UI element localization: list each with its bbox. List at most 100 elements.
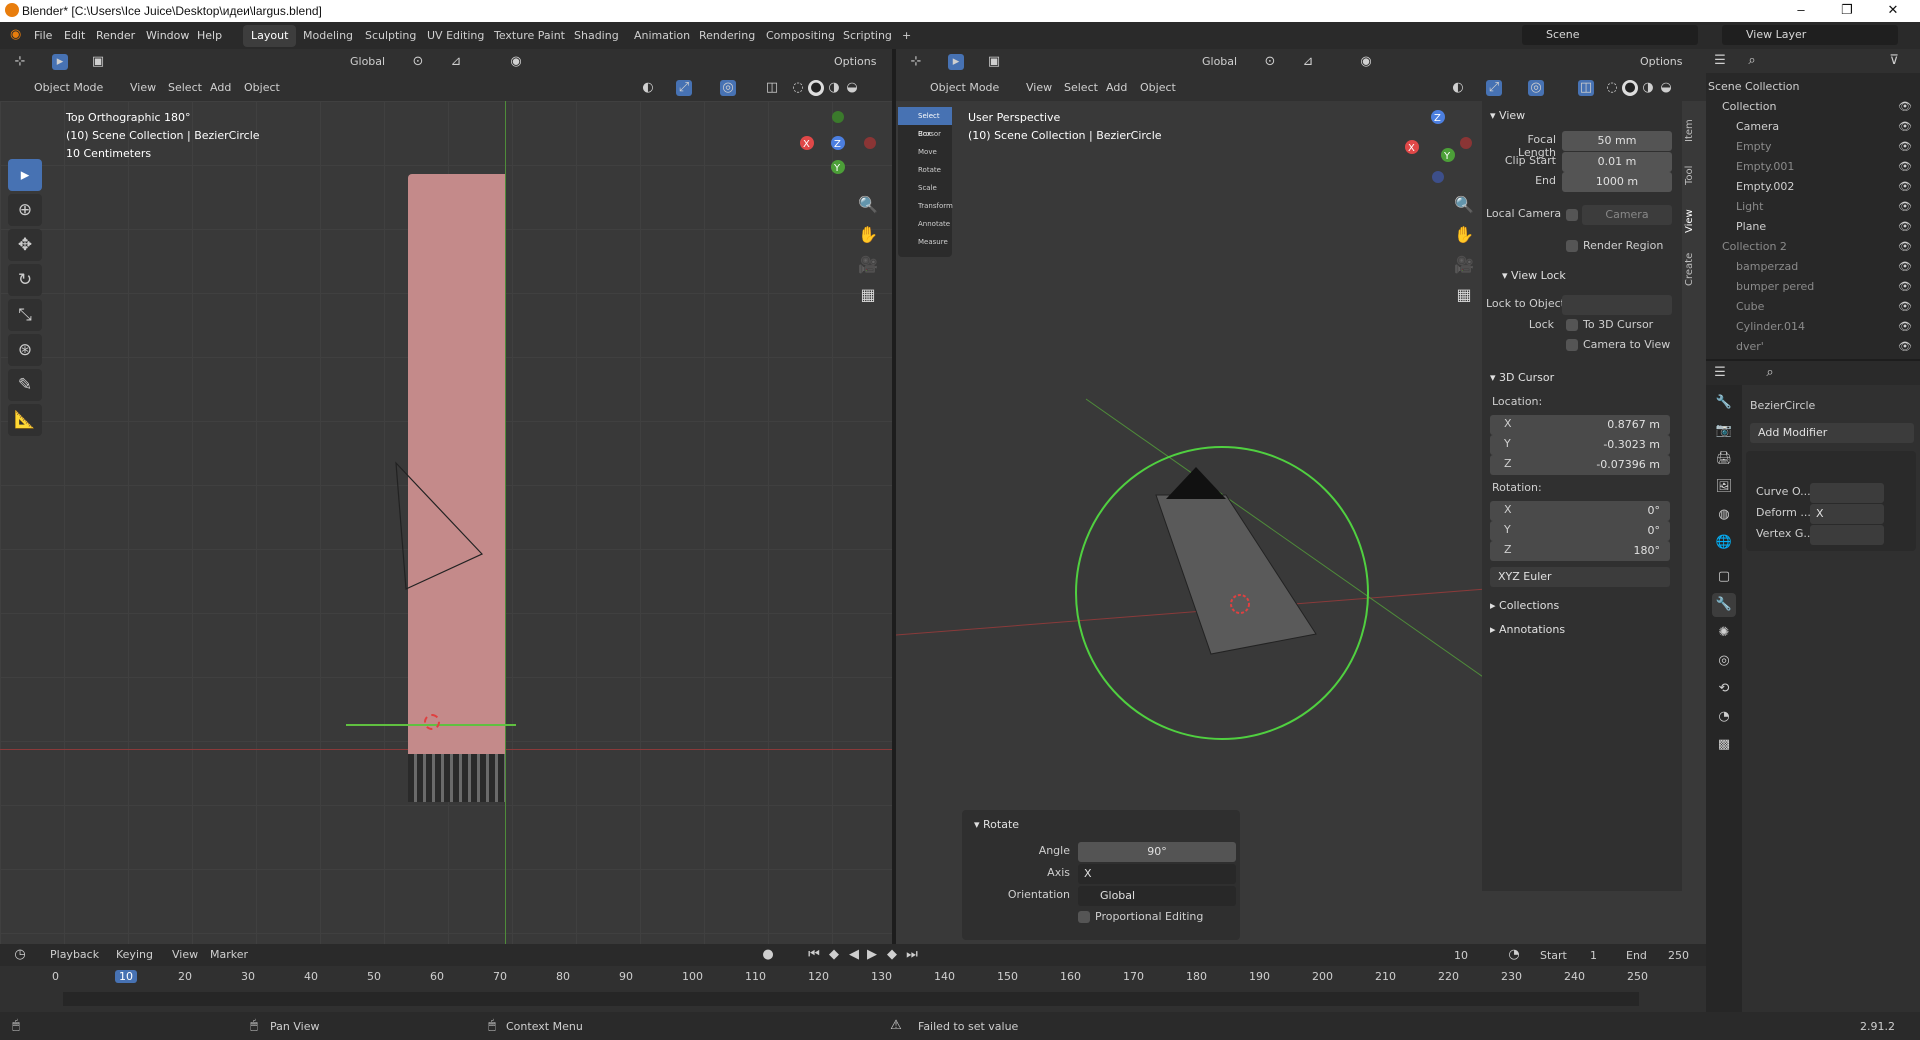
visibility-eye-icon[interactable]: 👁: [1898, 337, 1912, 357]
view-section-header[interactable]: ▾ View: [1490, 109, 1525, 122]
menu-marker[interactable]: Marker: [204, 946, 254, 964]
rotation-z-field[interactable]: 180°: [1490, 541, 1670, 561]
visibility-eye-icon[interactable]: 👁: [1898, 237, 1912, 257]
tab-modeling[interactable]: Modeling: [295, 25, 361, 47]
select-mode-icon[interactable]: ▸: [948, 54, 964, 70]
visibility-eye-icon[interactable]: 👁: [1898, 137, 1912, 157]
pivot-point-icon[interactable]: ⊙: [1262, 54, 1278, 70]
options-dropdown[interactable]: Options: [1634, 53, 1688, 71]
output-tab-icon[interactable]: 🖨: [1712, 447, 1736, 471]
annotations-section-header[interactable]: ▸ Annotations: [1490, 623, 1565, 636]
left-3d-viewport[interactable]: ⊹ ▸ ▣ Global ⊙ ⊿ ◉ Options Object Mode V…: [0, 49, 892, 944]
gizmo-toggle-icon[interactable]: ⤢: [1486, 80, 1502, 96]
search-icon[interactable]: ⌕: [1744, 53, 1760, 69]
tab-rendering[interactable]: Rendering: [691, 25, 763, 47]
clip-end-field[interactable]: 1000 m: [1562, 172, 1672, 192]
menu-view[interactable]: View: [1020, 79, 1058, 97]
options-dropdown[interactable]: Options: [828, 53, 882, 71]
outliner-row[interactable]: bumper pered 👁: [1706, 277, 1920, 297]
cursor-tool[interactable]: ⊕: [8, 194, 42, 226]
blender-menu-icon[interactable]: ◉: [10, 27, 21, 42]
menu-keying[interactable]: Keying: [110, 946, 159, 964]
menu-window[interactable]: Window: [146, 29, 189, 42]
add-workspace-button[interactable]: +: [894, 25, 919, 47]
tab-animation[interactable]: Animation: [626, 25, 698, 47]
view-layer-tab-icon[interactable]: 🖼: [1712, 475, 1736, 499]
prev-keyframe-icon[interactable]: ◆: [826, 947, 842, 963]
xray-icon[interactable]: ◫: [764, 80, 780, 96]
tab-create[interactable]: Create: [1684, 247, 1702, 291]
pan-hand-icon[interactable]: ✋: [856, 225, 880, 249]
deform-axis-dropdown[interactable]: X: [1810, 504, 1884, 524]
outliner-root[interactable]: Scene Collection: [1706, 77, 1920, 97]
outliner-row[interactable]: Cylinder.014 👁: [1706, 317, 1920, 337]
outliner-row[interactable]: Light 👁: [1706, 197, 1920, 217]
physics-tab-icon[interactable]: ◎: [1712, 649, 1736, 673]
select-box-tool[interactable]: Select Box: [898, 107, 952, 138]
axis-dropdown[interactable]: X: [1078, 864, 1236, 884]
view-layer-selector[interactable]: View Layer: [1722, 25, 1898, 45]
world-tab-icon[interactable]: 🌐: [1712, 531, 1736, 555]
outliner-row[interactable]: bamperzad 👁: [1706, 257, 1920, 277]
gizmo-toggle-icon[interactable]: ⤢: [676, 80, 692, 96]
visibility-eye-icon[interactable]: 👁: [1898, 157, 1912, 177]
rotation-y-field[interactable]: 0°: [1490, 521, 1670, 541]
ortho-toggle-icon[interactable]: ▦: [856, 285, 880, 309]
tab-shading[interactable]: Shading: [566, 25, 627, 47]
outliner-row[interactable]: Collection 2 👁: [1706, 237, 1920, 257]
proportional-edit-icon[interactable]: ◉: [1358, 54, 1374, 70]
menu-object[interactable]: Object: [1134, 79, 1182, 97]
camera-view-icon[interactable]: 🎥: [1452, 255, 1476, 279]
minimize-button[interactable]: –: [1778, 2, 1824, 20]
xray-icon[interactable]: ◫: [1578, 80, 1594, 96]
measure-tool[interactable]: Measure: [898, 233, 952, 251]
material-shading-icon[interactable]: ◑: [1640, 80, 1656, 96]
editor-type-icon[interactable]: ⊹: [12, 54, 28, 70]
record-icon[interactable]: ●: [760, 947, 776, 963]
menu-playback[interactable]: Playback: [44, 946, 105, 964]
timeline-ruler[interactable]: 0 10 20 30 40 50 60 70 80 90 100 110 120 130 140 150 160…: [0, 968, 1706, 988]
zoom-icon[interactable]: 🔍: [1452, 195, 1476, 219]
pivot-point-icon[interactable]: ⊙: [410, 54, 426, 70]
navigation-gizmo[interactable]: Z X Y: [1398, 105, 1478, 185]
visibility-eye-icon[interactable]: 👁: [1898, 277, 1912, 297]
outliner-row[interactable]: Empty 👁: [1706, 137, 1920, 157]
tab-view[interactable]: View: [1684, 199, 1702, 243]
constraints-tab-icon[interactable]: ⟲: [1712, 677, 1736, 701]
transform-orientation-dropdown[interactable]: Global: [1182, 53, 1243, 71]
tab-compositing[interactable]: Compositing: [758, 25, 843, 47]
object-tab-icon[interactable]: ▢: [1712, 565, 1736, 589]
overlay-toggle-icon[interactable]: ◎: [1528, 80, 1544, 96]
visibility-icon[interactable]: ◐: [1450, 80, 1466, 96]
menu-select[interactable]: Select: [162, 79, 208, 97]
visibility-icon[interactable]: ◐: [640, 80, 656, 96]
annotate-tool[interactable]: Annotate: [898, 215, 952, 233]
view-lock-section-header[interactable]: ▾ View Lock: [1502, 269, 1566, 282]
rotate-tool[interactable]: Rotate: [898, 161, 952, 179]
wireframe-shading-icon[interactable]: ◌: [790, 80, 806, 96]
zoom-icon[interactable]: 🔍: [856, 195, 880, 219]
play-reverse-icon[interactable]: ◀: [846, 947, 862, 963]
object-mode-dropdown[interactable]: Object Mode: [910, 79, 1005, 97]
next-keyframe-icon[interactable]: ◆: [884, 947, 900, 963]
close-button[interactable]: ✕: [1870, 2, 1916, 20]
outliner-row[interactable]: Camera 👁: [1706, 117, 1920, 137]
select-mode-icon[interactable]: ▸: [52, 54, 68, 70]
clip-start-field[interactable]: 0.01 m: [1562, 152, 1672, 172]
solid-shading-icon[interactable]: ●: [808, 80, 824, 96]
end-field[interactable]: 250: [1668, 949, 1689, 962]
cursor-tool[interactable]: Cursor: [898, 125, 952, 143]
focal-length-field[interactable]: 50 mm: [1562, 131, 1672, 151]
tab-layout[interactable]: Layout: [243, 25, 297, 47]
outliner-row[interactable]: dver' 👁: [1706, 337, 1920, 357]
menu-object[interactable]: Object: [238, 79, 286, 97]
tab-tool[interactable]: Tool: [1684, 155, 1702, 195]
menu-add[interactable]: Add: [204, 79, 237, 97]
move-tool[interactable]: ✥: [8, 229, 42, 261]
tab-uv-editing[interactable]: UV Editing: [419, 25, 492, 47]
editor-type-icon[interactable]: ☰: [1712, 53, 1728, 69]
operator-header[interactable]: ▾ Rotate: [974, 818, 1019, 831]
cursor-z-field[interactable]: -0.07396 m: [1490, 455, 1670, 475]
play-icon[interactable]: ▶: [864, 947, 880, 963]
cursor-y-field[interactable]: -0.3023 m: [1490, 435, 1670, 455]
